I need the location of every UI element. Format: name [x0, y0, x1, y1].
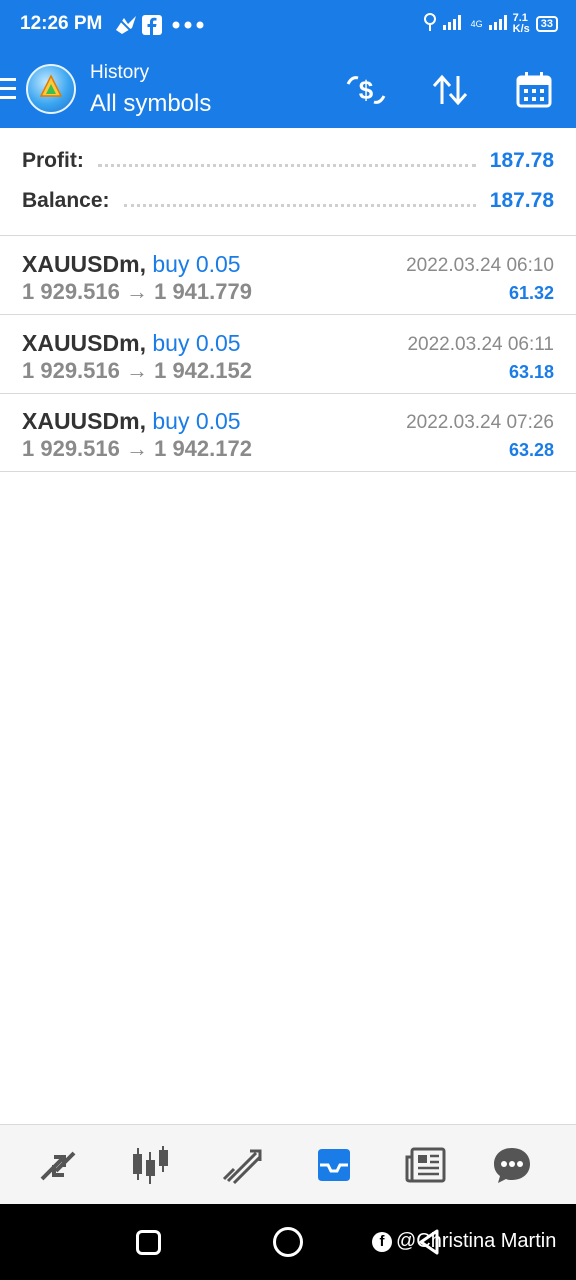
page-title[interactable]: All symbols [90, 90, 211, 118]
network-type: 4G [470, 18, 483, 29]
quotes-icon[interactable] [34, 1141, 82, 1189]
signal-icon-2 [488, 14, 507, 33]
deal-profit: 63.18 [508, 362, 554, 382]
system-navigation-bar: f @Christina Martin [0, 1204, 576, 1280]
deal-prices: 1 929.516 → 1 942.152 [22, 358, 252, 383]
deal-side: buy 0.05 [152, 408, 241, 434]
deal-symbol: XAUUSDm, [22, 251, 146, 277]
deal-side: buy 0.05 [152, 330, 241, 356]
chat-icon[interactable] [488, 1141, 536, 1189]
chart-candles-icon[interactable] [126, 1141, 174, 1189]
facebook-icon: f [372, 1231, 392, 1252]
notification-bird-icon [114, 13, 138, 37]
profit-label: Profit: [22, 149, 84, 172]
page-subtitle: History [90, 62, 150, 83]
balance-value: 187.78 [489, 189, 554, 212]
status-bar: 12:26 PM 4G 7.1 K/s 33 [0, 0, 576, 50]
app-bar: History All symbols $ [0, 50, 576, 128]
deal-row[interactable]: XAUUSDm, buy 0.05 1 929.516 → 1 941.779 … [0, 237, 576, 315]
deal-datetime: 2022.03.24 06:11 [407, 334, 554, 355]
deal-side: buy 0.05 [152, 251, 241, 277]
bottom-navigation [0, 1124, 576, 1204]
currency-exchange-icon[interactable]: $ [344, 68, 388, 112]
home-button[interactable] [273, 1227, 303, 1257]
deal-prices: 1 929.516 → 1 941.779 [22, 279, 252, 304]
watermark: f @Christina Martin [372, 1230, 556, 1253]
deal-symbol-line: XAUUSDm, buy 0.05 [22, 330, 241, 357]
metatrader-logo [26, 64, 76, 114]
recent-apps-button[interactable] [136, 1230, 161, 1255]
deal-symbol-line: XAUUSDm, buy 0.05 [22, 408, 241, 435]
dotted-leader [97, 155, 476, 167]
deal-symbol: XAUUSDm, [22, 408, 146, 434]
deal-prices: 1 929.516 → 1 942.172 [22, 436, 252, 461]
deal-row[interactable]: XAUUSDm, buy 0.05 1 929.516 → 1 942.152 … [0, 316, 576, 394]
calendar-icon[interactable] [512, 68, 556, 112]
deal-row[interactable]: XAUUSDm, buy 0.05 1 929.516 → 1 942.172 … [0, 394, 576, 472]
news-icon[interactable] [402, 1141, 450, 1189]
profit-row: Profit: 187.78 [22, 146, 554, 176]
sort-icon[interactable] [428, 68, 472, 112]
more-notifications-icon [172, 13, 206, 37]
deal-symbol-line: XAUUSDm, buy 0.05 [22, 251, 241, 278]
deal-symbol: XAUUSDm, [22, 330, 146, 356]
network-speed: 7.1 K/s [512, 11, 530, 35]
balance-label: Balance: [22, 189, 110, 212]
history-inbox-icon[interactable] [310, 1141, 358, 1189]
status-time: 12:26 PM [20, 13, 103, 34]
dotted-leader [123, 195, 476, 207]
watermark-text: @Christina Martin [396, 1230, 557, 1252]
signal-icon [442, 14, 465, 33]
deal-datetime: 2022.03.24 07:26 [406, 412, 554, 433]
deal-profit: 61.32 [508, 283, 554, 303]
menu-icon[interactable] [0, 78, 18, 102]
balance-row: Balance: 187.78 [22, 186, 554, 216]
profit-value: 187.78 [489, 149, 554, 172]
svg-text:$: $ [359, 75, 374, 105]
battery-indicator: 33 [535, 15, 558, 32]
summary-panel: Profit: 187.78 Balance: 187.78 [0, 128, 576, 236]
deal-datetime: 2022.03.24 06:10 [406, 255, 554, 276]
location-icon [423, 12, 437, 35]
facebook-notification-icon [142, 13, 162, 37]
deal-profit: 63.28 [508, 440, 554, 460]
trade-icon[interactable] [218, 1141, 266, 1189]
